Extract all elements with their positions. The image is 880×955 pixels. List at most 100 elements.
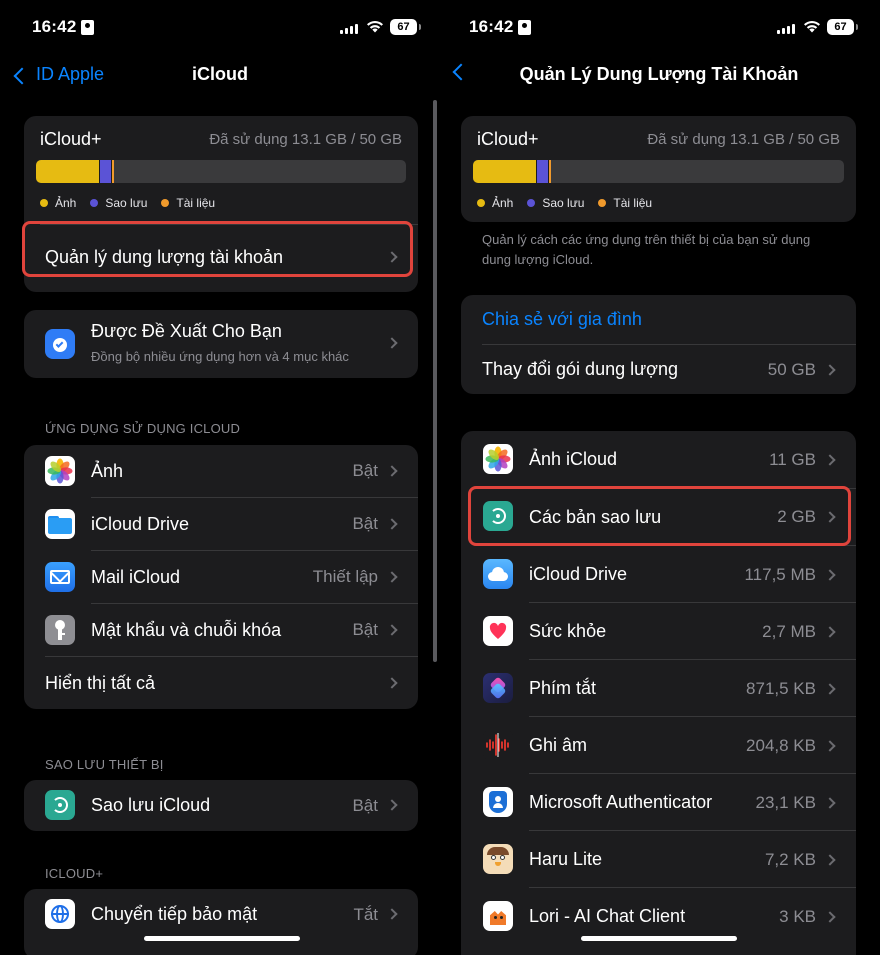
app-status: Bật <box>352 461 378 480</box>
page-title: Quản Lý Dung Lượng Tài Khoản <box>519 64 799 84</box>
chevron-right-icon <box>386 908 398 920</box>
backup-status: Bật <box>352 796 378 815</box>
storage-used-text: Đã sử dụng 13.1 GB / 50 GB <box>209 131 402 148</box>
storage-row-voice-memos[interactable]: Ghi âm 204,8 KB <box>461 717 856 774</box>
legend-photos: Ảnh <box>477 196 513 210</box>
app-size: 2,7 MB <box>762 621 816 641</box>
globe-icon <box>45 899 75 929</box>
storage-row-photos[interactable]: Ảnh iCloud 11 GB <box>461 431 856 488</box>
icloud-apps-card: Ảnh Bật iCloud Drive Bật Mail iCloud Thi… <box>24 445 418 709</box>
chevron-right-icon <box>824 739 836 752</box>
app-row-mail[interactable]: Mail iCloud Thiết lập <box>24 551 418 603</box>
app-size: 3 KB <box>779 906 816 926</box>
chevron-right-icon <box>386 465 398 477</box>
relay-card[interactable]: Chuyển tiếp bảo mật Tắt <box>24 889 418 955</box>
show-all-label: Hiển thị tất cả <box>45 672 156 693</box>
relay-label: Chuyển tiếp bảo mật <box>91 904 258 924</box>
chevron-right-icon <box>824 796 836 809</box>
storage-segment-backups <box>98 160 111 183</box>
storage-row-health[interactable]: Sức khỏe 2,7 MB <box>461 603 856 660</box>
id-card-icon <box>81 20 94 35</box>
legend-docs: Tài liệu <box>598 196 652 210</box>
key-icon <box>45 615 75 645</box>
legend-label: Ảnh <box>492 196 514 210</box>
backups-dot-icon <box>90 199 99 207</box>
home-indicator[interactable] <box>144 936 300 941</box>
page-title: iCloud <box>192 64 248 84</box>
legend-backups: Sao lưu <box>527 196 584 210</box>
family-share-row[interactable]: Chia sẻ với gia đình <box>461 295 856 344</box>
storage-plan-title: iCloud+ <box>477 129 539 149</box>
storage-row-haru[interactable]: Haru Lite 7,2 KB <box>461 831 856 888</box>
chevron-right-icon <box>824 625 836 638</box>
change-plan-row[interactable]: Thay đổi gói dung lượng 50 GB <box>461 345 856 394</box>
app-size: 871,5 KB <box>746 678 816 698</box>
storage-used-text: Đã sử dụng 13.1 GB / 50 GB <box>647 131 840 148</box>
suggested-title: Được Đề Xuất Cho Bạn <box>91 321 282 341</box>
app-row-photos[interactable]: Ảnh Bật <box>24 445 418 497</box>
storage-segment-backups <box>536 160 548 183</box>
storage-segment-docs <box>110 160 114 183</box>
photos-dot-icon <box>40 199 48 207</box>
chevron-left-icon <box>452 63 470 81</box>
app-status: Thiết lập <box>312 567 378 586</box>
backups-dot-icon <box>527 199 536 207</box>
mail-icon <box>45 562 75 592</box>
app-label: Mật khẩu và chuỗi khóa <box>91 619 282 640</box>
chevron-right-icon <box>824 363 836 376</box>
app-row-passwords[interactable]: Mật khẩu và chuỗi khóa Bật <box>24 604 418 656</box>
app-label: Ảnh iCloud <box>529 449 618 469</box>
backup-section-header: SAO LƯU THIẾT BỊ <box>45 757 164 772</box>
legend-label: Sao lưu <box>105 196 148 210</box>
backup-label: Sao lưu iCloud <box>91 795 211 815</box>
manage-storage-screen: 16:42 67 Quản Lý Dung Lượng Tài Khoản iC… <box>441 0 880 955</box>
storage-row-icloud-drive[interactable]: iCloud Drive 117,5 MB <box>461 546 856 603</box>
storage-footnote: Quản lý cách các ứng dụng trên thiết bị … <box>482 232 811 267</box>
storage-legend: Ảnh Sao lưu Tài liệu <box>477 196 666 210</box>
chevron-right-icon <box>386 677 398 689</box>
app-size: 11 GB <box>769 449 816 469</box>
id-card-icon <box>518 20 531 35</box>
chevron-right-icon <box>824 682 836 695</box>
back-button[interactable] <box>452 63 475 81</box>
home-indicator[interactable] <box>581 936 737 941</box>
highlight-box <box>468 486 851 546</box>
app-label: Mail iCloud <box>91 566 181 587</box>
app-label: Ghi âm <box>529 735 588 755</box>
backup-card[interactable]: Sao lưu iCloud Bật <box>24 780 418 831</box>
docs-dot-icon <box>598 199 607 207</box>
app-label: Haru Lite <box>529 849 603 869</box>
app-size: 117,5 MB <box>744 564 816 584</box>
legend-docs: Tài liệu <box>161 196 215 210</box>
chevron-right-icon <box>386 624 398 636</box>
icloud-settings-screen: 16:42 67 ID Apple iCloud iCloud+ Đã sử d… <box>0 0 438 955</box>
scrollbar[interactable] <box>433 100 437 662</box>
lori-icon <box>483 901 513 931</box>
app-size: 7,2 KB <box>764 849 816 869</box>
back-button[interactable]: ID Apple <box>13 64 104 85</box>
suggested-card[interactable]: Được Đề Xuất Cho Bạn Đồng bộ nhiều ứng d… <box>24 310 418 378</box>
photos-dot-icon <box>477 199 485 207</box>
app-size: 204,8 KB <box>746 735 816 755</box>
chevron-right-icon <box>824 453 836 466</box>
storage-plan-title: iCloud+ <box>40 129 102 149</box>
app-label: Sức khỏe <box>529 621 607 641</box>
backup-icon <box>45 790 75 820</box>
legend-photos: Ảnh <box>40 196 76 210</box>
docs-dot-icon <box>161 199 170 207</box>
show-all-row[interactable]: Hiển thị tất cả <box>24 657 418 709</box>
shortcuts-icon <box>483 673 513 703</box>
storage-row-authenticator[interactable]: Microsoft Authenticator 23,1 KB <box>461 774 856 831</box>
chevron-right-icon <box>386 518 398 530</box>
signal-icon <box>777 22 797 34</box>
wifi-icon <box>367 21 383 33</box>
suggested-subtitle: Đồng bộ nhiều ứng dụng hơn và 4 mục khác <box>91 349 349 364</box>
storage-bar <box>36 160 406 183</box>
legend-label: Tài liệu <box>176 196 216 210</box>
app-row-icloud-drive[interactable]: iCloud Drive Bật <box>24 498 418 550</box>
status-time: 16:42 <box>32 17 77 36</box>
storage-row-shortcuts[interactable]: Phím tắt 871,5 KB <box>461 660 856 717</box>
relay-status: Tắt <box>353 905 378 924</box>
apps-section-header: ỨNG DỤNG SỬ DỤNG ICLOUD <box>45 421 241 436</box>
legend-label: Ảnh <box>55 196 77 210</box>
